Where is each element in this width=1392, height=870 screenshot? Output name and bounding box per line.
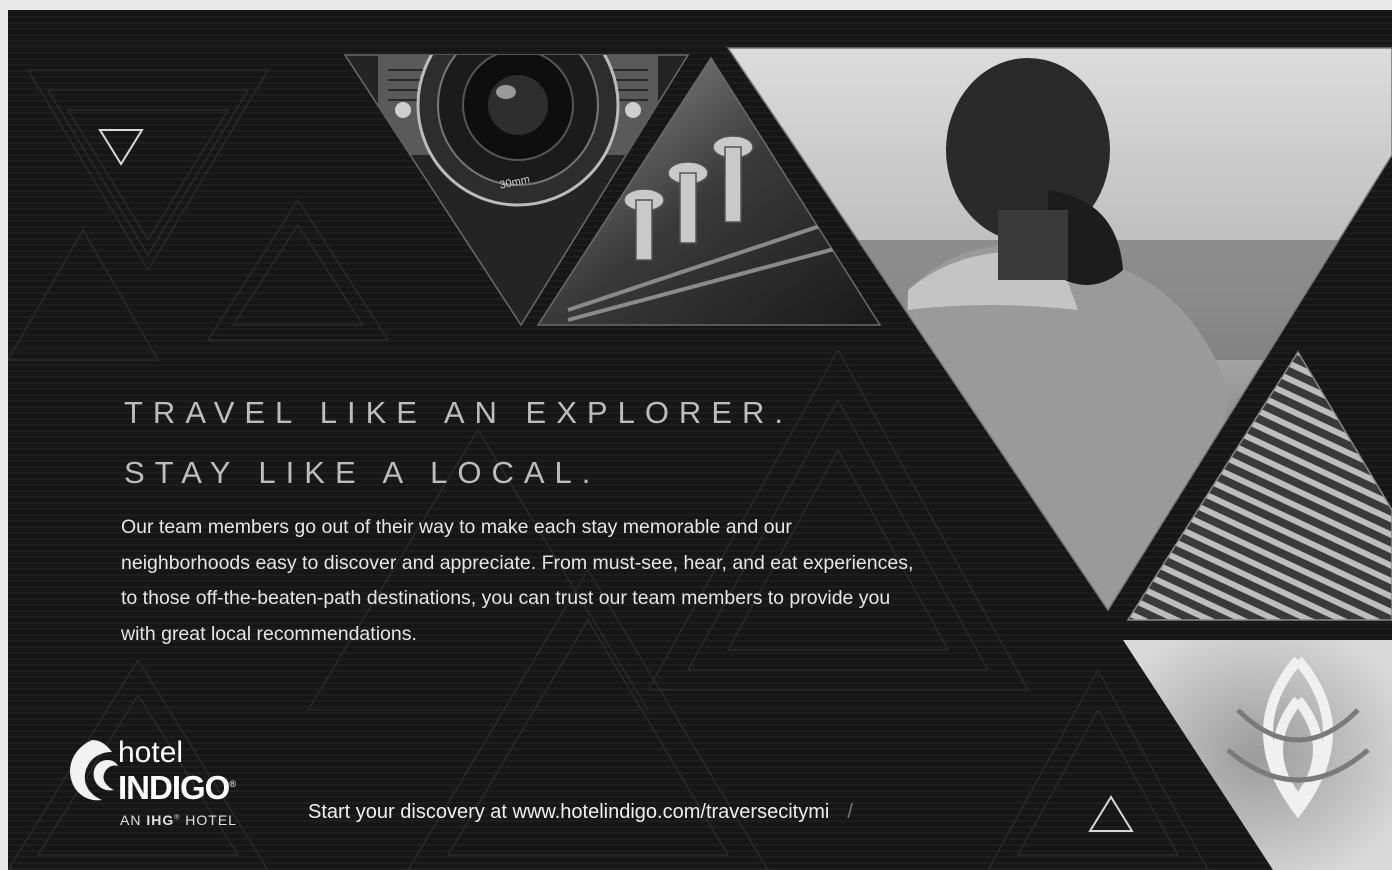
body-copy: Our team members go out of their way to … (121, 516, 914, 645)
logo-indigo-word: INDIGO® (118, 769, 236, 806)
cta-text[interactable]: Start your discovery at www.hotelindigo.… (308, 801, 829, 823)
logo-subline: AN IHG® HOTEL (120, 812, 237, 828)
hotel-indigo-logo[interactable]: hotel INDIGO® AN IHG® HOTEL (64, 734, 264, 834)
triangle-up-icon (1088, 795, 1134, 832)
cta-slash: / (847, 801, 853, 823)
triangle-down-icon (98, 129, 144, 166)
ad-panel: 30mm TRAVEL LIKE AN EXPLORER. STAY LIKE … (8, 10, 1392, 870)
headline-line-2: STAY LIKE A LOCAL. (124, 455, 601, 490)
latte-art-photo (1123, 640, 1392, 870)
headline-line-1: TRAVEL LIKE AN EXPLORER. (124, 395, 793, 430)
cta-url-text: Start your discovery at www.hotelindigo.… (308, 801, 853, 824)
hotel-indigo-logo-icon (70, 740, 118, 801)
logo-hotel-word: hotel (118, 736, 184, 769)
